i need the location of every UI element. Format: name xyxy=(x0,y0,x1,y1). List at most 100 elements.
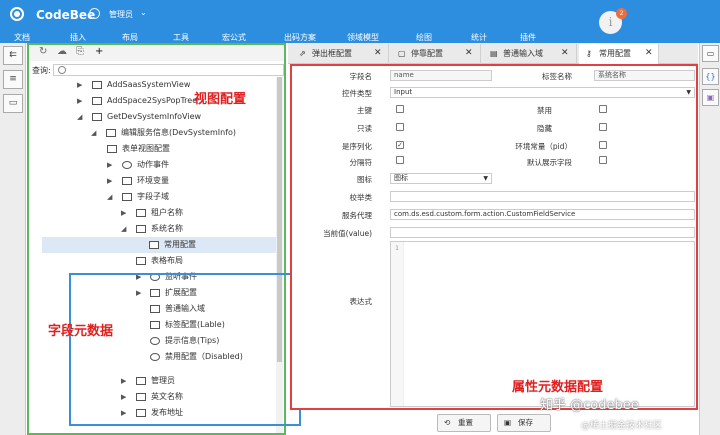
refresh-icon[interactable]: ↻ xyxy=(39,46,47,57)
tree-view[interactable]: ▶ AddSaasSystemView ▶ AddSpace2SysPopTre… xyxy=(29,77,276,433)
disabled-checkbox[interactable] xyxy=(599,105,607,113)
menu-item-macro[interactable]: 宏公式 xyxy=(222,32,246,43)
tree-node[interactable]: ▶ 扩展配置 xyxy=(29,285,276,301)
readonly-checkbox[interactable] xyxy=(396,123,404,131)
tree-panel: ↻ ☁ ⎘ + 查询: ▶ AddSaasSystemView ▶ AddSpa… xyxy=(27,43,301,435)
tree-node[interactable]: ▶ 租户名称 xyxy=(29,205,276,221)
tree-toolbar: ↻ ☁ ⎘ + xyxy=(29,45,284,61)
readonly-label: 只读 xyxy=(357,124,372,133)
menu-item-layout[interactable]: 布局 xyxy=(122,32,138,43)
tab-common-config[interactable]: ⚷ 常用配置 ✕ xyxy=(579,44,659,64)
project-tree-icon[interactable]: ⇇ xyxy=(3,46,23,65)
tree-node[interactable]: ▶ 发布地址 xyxy=(29,405,276,421)
right-rail: ▭ {} ▣ xyxy=(699,43,720,435)
icon-select[interactable]: 图标 ▼ xyxy=(390,173,492,184)
window-icon: ▢ xyxy=(398,49,406,58)
tree-node[interactable]: ◢ GetDevSystemInfoView xyxy=(29,109,276,125)
tree-scrollbar-thumb[interactable] xyxy=(277,77,282,362)
watermark-zhihu: 知乎 @codebee xyxy=(540,398,639,413)
code-braces-icon[interactable]: {} xyxy=(702,68,719,85)
left-rail: ⇇ ≡ ▭ xyxy=(0,43,26,435)
serialize-label: 是序列化 xyxy=(342,142,372,151)
search-icon xyxy=(58,66,66,74)
tree-node-selected[interactable]: 常用配置 xyxy=(42,237,276,253)
tree-node[interactable]: ▶ 监听事件 xyxy=(29,269,276,285)
user-avatar-icon[interactable] xyxy=(89,8,100,19)
menu-item-tools[interactable]: 工具 xyxy=(173,32,189,43)
tree-node[interactable]: 表单视图配置 xyxy=(29,141,276,157)
window-icon[interactable]: ▭ xyxy=(702,45,719,62)
icon-label: 图标 xyxy=(357,175,372,184)
property-form: 字段名 name 标签名称 系统名称 控件类型 Input ▼ 主键 禁用 只读… xyxy=(290,64,698,410)
app-name: CodeBee xyxy=(36,8,96,22)
show-default-checkbox[interactable] xyxy=(599,156,607,164)
validator-input[interactable] xyxy=(390,191,695,202)
service-proxy-label: 服务代理 xyxy=(342,211,372,220)
menu-item-document[interactable]: 文档 xyxy=(14,32,30,43)
close-icon[interactable]: ✕ xyxy=(561,44,569,63)
export-icon[interactable]: ⎘ xyxy=(76,46,84,57)
tab-plain-input[interactable]: ▤ 普通输入域 ✕ xyxy=(483,44,577,64)
menu-item-plugins[interactable]: 插件 xyxy=(520,32,536,43)
delimiter-label: 分隔符 xyxy=(349,158,373,167)
menu-item-stats[interactable]: 统计 xyxy=(471,32,487,43)
tag-name-label: 标签名称 xyxy=(542,72,572,81)
tree-node[interactable]: ▶ 环境变量 xyxy=(29,173,276,189)
close-icon[interactable]: ✕ xyxy=(465,44,473,63)
primary-key-label: 主键 xyxy=(357,106,372,115)
tree-scrollbar[interactable] xyxy=(276,77,283,433)
add-icon[interactable]: + xyxy=(95,46,103,57)
notification-badge: 2 xyxy=(616,8,627,19)
env-var-checkbox[interactable] xyxy=(599,141,607,149)
tree-node[interactable]: ◢ 编辑服务信息(DevSystemInfo) xyxy=(29,125,276,141)
current-value-input[interactable] xyxy=(390,227,695,238)
attr-metadata-annotation: 属性元数据配置 xyxy=(512,380,604,395)
user-name[interactable]: 管理员 xyxy=(109,9,133,20)
reset-button[interactable]: ⟲ 重置 xyxy=(437,414,491,432)
key-icon: ⚷ xyxy=(586,49,592,58)
tab-dock-config[interactable]: ▢ 停靠配置 ✕ xyxy=(391,44,481,64)
tree-node[interactable]: 表格布局 xyxy=(29,253,276,269)
save-button[interactable]: ▣ 保存 xyxy=(497,414,551,432)
tree-node[interactable]: ◢ 系统名称 xyxy=(29,221,276,237)
top-bar: CodeBee 管理员 ⌄ 文档 插入 布局 工具 宏公式 出码方案 领域模型 … xyxy=(0,0,720,43)
validator-label: 校举类 xyxy=(349,193,373,202)
component-icon[interactable]: ▣ xyxy=(702,89,719,106)
primary-key-checkbox[interactable] xyxy=(396,105,404,113)
tree-node[interactable]: ◢ 字段子域 xyxy=(29,189,276,205)
env-var-label: 环境常量（pid） xyxy=(515,142,572,151)
window-icon[interactable]: ▭ xyxy=(3,94,23,113)
service-proxy-input[interactable]: com.ds.esd.custom.form.action.CustomFiel… xyxy=(390,209,695,220)
cloud-upload-icon[interactable]: ☁ xyxy=(57,46,67,57)
tree-node[interactable]: 禁用配置（Disabled) xyxy=(29,349,276,365)
menu-item-draw[interactable]: 绘图 xyxy=(416,32,432,43)
search-input[interactable] xyxy=(53,64,284,76)
tree-node[interactable]: ▶ 管理员 xyxy=(29,373,276,389)
watermark-juejin: @稀土掘金技术社区 xyxy=(581,421,663,431)
tree-node[interactable]: 普通输入域 xyxy=(29,301,276,317)
tree-node[interactable]: ▶ 英文名称 xyxy=(29,389,276,405)
dropdown-arrow-icon: ▼ xyxy=(483,175,488,182)
close-icon[interactable]: ✕ xyxy=(645,44,653,63)
close-icon[interactable]: ✕ xyxy=(374,44,382,63)
field-name-input[interactable]: name xyxy=(390,70,492,81)
serialize-checkbox[interactable]: ✓ xyxy=(396,141,404,149)
hidden-checkbox[interactable] xyxy=(599,123,607,131)
tree-node[interactable]: ▶ 动作事件 xyxy=(29,157,276,173)
menu-item-insert[interactable]: 插入 xyxy=(70,32,86,43)
disabled-label: 禁用 xyxy=(537,106,552,115)
delimiter-checkbox[interactable] xyxy=(396,156,404,164)
expression-label: 表达式 xyxy=(349,297,373,306)
tag-name-input[interactable]: 系统名称 xyxy=(594,70,695,81)
dropdown-arrow-icon: ▼ xyxy=(686,89,691,96)
database-icon[interactable]: ≡ xyxy=(3,70,23,89)
chevron-down-icon[interactable]: ⌄ xyxy=(140,8,147,17)
menu-item-domain-model[interactable]: 领域模型 xyxy=(347,32,379,43)
menu-item-codegen[interactable]: 出码方案 xyxy=(284,32,316,43)
field-name-label: 字段名 xyxy=(349,72,373,81)
input-icon: ▤ xyxy=(490,49,498,58)
tab-popup-config[interactable]: ⇗ 弹出框配置 ✕ xyxy=(292,44,389,64)
view-config-annotation: 视图配置 xyxy=(194,92,247,107)
control-type-select[interactable]: Input ▼ xyxy=(390,87,695,98)
current-value-label: 当前值(value) xyxy=(323,229,372,238)
